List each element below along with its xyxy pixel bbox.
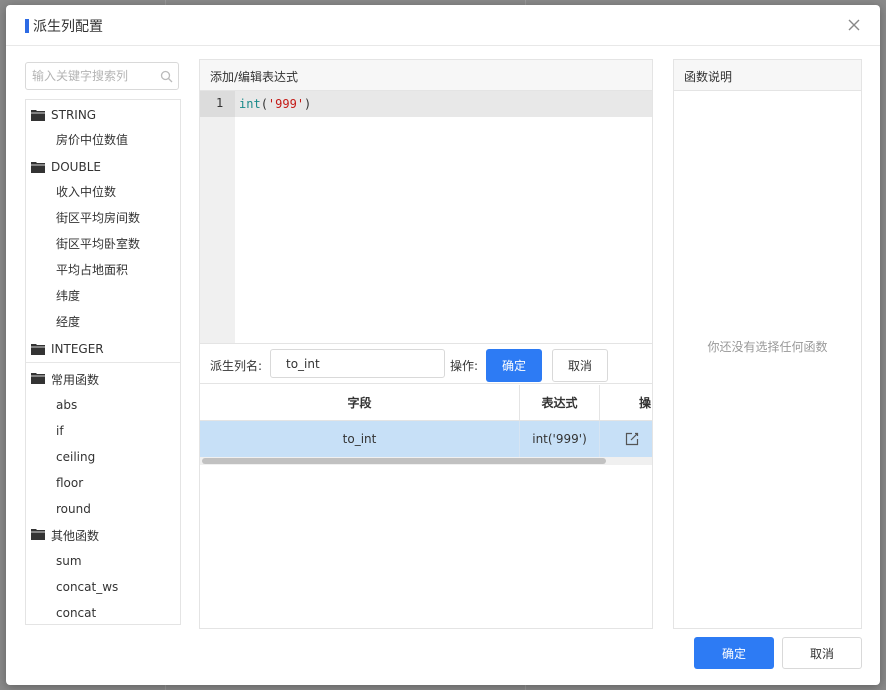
expression-ok-button[interactable]: 确定 bbox=[486, 349, 542, 382]
code-line[interactable]: int('999') bbox=[239, 97, 311, 111]
tree-folder-label: INTEGER bbox=[51, 342, 104, 356]
tree-item[interactable]: 街区平均卧室数 bbox=[56, 231, 140, 257]
tree-folder-label: STRING bbox=[51, 108, 97, 122]
tree-item[interactable]: round bbox=[56, 496, 91, 522]
tree-item[interactable]: if bbox=[56, 418, 64, 444]
tree-divider bbox=[26, 362, 180, 363]
line-number: 1 bbox=[216, 96, 224, 110]
function-help-panel: 函数说明 你还没有选择任何函数 bbox=[673, 59, 862, 629]
editor-gutter bbox=[200, 91, 235, 343]
horizontal-scrollbar[interactable] bbox=[200, 457, 652, 465]
code-function: int bbox=[239, 97, 261, 111]
code-paren-open: ( bbox=[260, 97, 268, 111]
tree-item[interactable]: 平均占地面积 bbox=[56, 257, 128, 283]
operation-label: 操作: bbox=[450, 359, 479, 373]
tree-folder-integer[interactable]: INTEGER bbox=[26, 337, 180, 363]
column-header-expression: 表达式 bbox=[520, 385, 600, 421]
table-cell-action bbox=[600, 421, 652, 457]
column-search bbox=[25, 62, 179, 90]
dialog-confirm-button[interactable]: 确定 bbox=[694, 637, 774, 669]
search-input[interactable] bbox=[32, 67, 156, 85]
tree-item[interactable]: abs bbox=[56, 392, 77, 418]
tree-item[interactable]: sum bbox=[56, 548, 82, 574]
expression-panel-header: 添加/编辑表达式 bbox=[200, 60, 652, 91]
column-header-field: 字段 bbox=[200, 385, 520, 421]
function-help-header: 函数说明 bbox=[674, 60, 861, 91]
column-tree: STRING 房价中位数值 DOUBLE 收入中位数 街区平均房间数 街区平均卧… bbox=[25, 99, 181, 625]
column-name-label: 派生列名: bbox=[210, 359, 263, 373]
tree-item[interactable]: 街区平均房间数 bbox=[56, 205, 140, 231]
table-cell-expression[interactable]: int('999') bbox=[520, 421, 600, 457]
derived-column-form: 派生列名: 操作: 确定 取消 bbox=[200, 343, 652, 384]
tree-item[interactable]: concat bbox=[56, 600, 96, 624]
tree-folder-label: DOUBLE bbox=[51, 160, 101, 174]
tree-folder-double[interactable]: DOUBLE bbox=[26, 155, 180, 181]
code-string: '999' bbox=[267, 97, 305, 111]
code-paren-close: ) bbox=[304, 97, 312, 111]
folder-icon bbox=[31, 110, 45, 121]
edit-icon[interactable] bbox=[625, 432, 639, 446]
column-header-action: 操 bbox=[600, 385, 652, 421]
tree-folder-label: 常用函数 bbox=[51, 373, 100, 387]
title-accent-bar bbox=[25, 19, 29, 33]
dialog-cancel-button[interactable]: 取消 bbox=[782, 637, 862, 669]
tree-item[interactable]: 房价中位数值 bbox=[56, 127, 128, 153]
tree-folder-common-functions[interactable]: 常用函数 bbox=[26, 366, 180, 392]
column-name-input[interactable] bbox=[270, 349, 445, 378]
derived-columns-table: 字段 表达式 操 to_int int('999') bbox=[200, 385, 652, 465]
expression-panel: 添加/编辑表达式 1 int('999') 派生列名: 操作: 确定 取消 字段… bbox=[199, 59, 653, 629]
close-icon[interactable] bbox=[844, 15, 864, 35]
tree-folder-other-functions[interactable]: 其他函数 bbox=[26, 522, 180, 548]
expression-panel-title: 添加/编辑表达式 bbox=[210, 70, 299, 84]
table-cell-field[interactable]: to_int bbox=[200, 421, 520, 457]
tree-folder-string[interactable]: STRING bbox=[26, 103, 180, 129]
expression-cancel-button[interactable]: 取消 bbox=[552, 349, 608, 382]
tree-folder-label: 其他函数 bbox=[51, 529, 100, 543]
tree-item[interactable]: ceiling bbox=[56, 444, 95, 470]
function-help-title: 函数说明 bbox=[684, 70, 733, 84]
tree-item[interactable]: 纬度 bbox=[56, 283, 80, 309]
tree-item[interactable]: 经度 bbox=[56, 309, 80, 335]
dialog-header: 派生列配置 bbox=[6, 5, 880, 46]
derived-column-dialog: 派生列配置 STRING 房价中位数值 DOUBLE 收入中位数 街区平均房间数… bbox=[6, 5, 880, 685]
folder-icon bbox=[31, 373, 45, 384]
dialog-title: 派生列配置 bbox=[33, 19, 103, 35]
scrollbar-thumb[interactable] bbox=[202, 458, 606, 464]
folder-icon bbox=[31, 344, 45, 355]
folder-icon bbox=[31, 529, 45, 540]
function-help-empty-text: 你还没有选择任何函数 bbox=[707, 340, 828, 354]
tree-item[interactable]: floor bbox=[56, 470, 83, 496]
search-icon[interactable] bbox=[160, 70, 173, 83]
tree-item[interactable]: concat_ws bbox=[56, 574, 118, 600]
tree-item[interactable]: 收入中位数 bbox=[56, 179, 116, 205]
folder-icon bbox=[31, 162, 45, 173]
code-editor[interactable]: 1 int('999') bbox=[200, 91, 652, 343]
